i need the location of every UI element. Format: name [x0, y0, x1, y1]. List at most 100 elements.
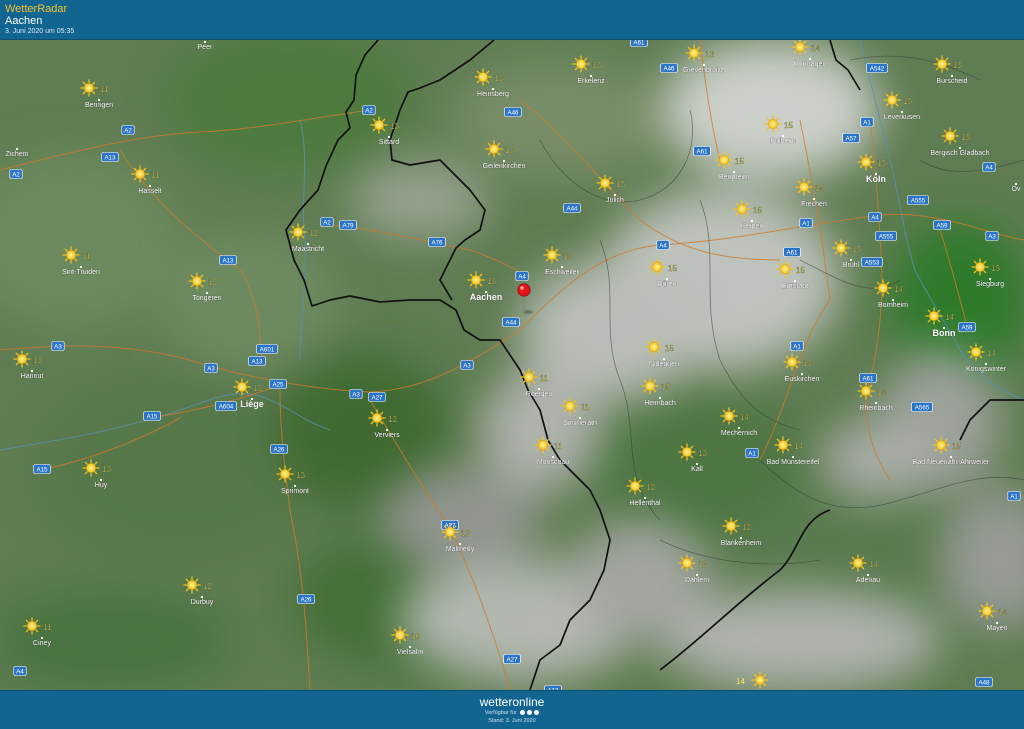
road-badge-label: A601 — [260, 346, 275, 353]
temperature-label: 15 — [796, 266, 805, 275]
sun-icon — [626, 477, 644, 495]
wetteronline-logo[interactable]: wetteronline — [0, 695, 1024, 709]
road-badge-label: A25 — [272, 381, 284, 388]
place-name: Dormagen — [794, 61, 827, 68]
road-badge-label: A59 — [961, 324, 973, 331]
place-name: Ciney — [33, 640, 51, 647]
sun-icon — [971, 258, 989, 276]
road-badge: A2 — [362, 105, 376, 115]
sun-icon — [82, 459, 100, 477]
road-badge-label: A553 — [865, 259, 880, 266]
place-dot — [387, 135, 391, 139]
road-badge-label: A565 — [915, 404, 930, 411]
place-dot — [739, 536, 743, 540]
road-badge: A3 — [985, 231, 999, 241]
weather-map[interactable]: A61 A46 A542 A2 A13 A2 A2 A46 A1 A57 A61 A4 A555 A44 A… — [0, 40, 1024, 690]
logo-part-a: wetter — [479, 695, 513, 709]
sun-icon — [520, 368, 538, 386]
road-badge: A4 — [982, 162, 996, 172]
road-badge-label: A4 — [659, 242, 667, 249]
place-name: Euskirchen — [785, 376, 820, 383]
temperature-label: 15 — [815, 184, 824, 193]
road-badge-label: A604 — [219, 403, 234, 410]
road-badge-label: A4 — [871, 214, 879, 221]
place-dot — [750, 219, 754, 223]
sun-icon — [722, 517, 740, 535]
place-name: Durbuy — [191, 599, 214, 606]
road-badge: A4 — [656, 240, 670, 250]
road-badge: A4 — [515, 271, 529, 281]
road-badge: A3 — [51, 341, 65, 351]
temperature-label: 13 — [487, 277, 496, 286]
sun-icon — [485, 140, 503, 158]
road-badge-label: A61 — [696, 148, 708, 155]
temperature-label: 12 — [309, 229, 318, 238]
place-name: Heinsberg — [477, 91, 509, 98]
place-dot — [30, 369, 34, 373]
road-badge: A61 — [859, 373, 877, 383]
road-badge: A1 — [790, 341, 804, 351]
temperature-label: 13 — [33, 356, 42, 365]
place-name: Kerpen — [741, 223, 764, 230]
temperature-label: 13 — [505, 146, 514, 155]
place-dot — [200, 595, 204, 599]
temperature-label: 11 — [43, 623, 52, 632]
road-badge-label: A542 — [870, 65, 885, 72]
road-badge: A13 — [219, 255, 237, 265]
place-name: Sint-Truiden — [62, 269, 100, 276]
temperature-label: 14 — [894, 285, 903, 294]
road-badge: A4 — [13, 666, 27, 676]
place-name: Maastricht — [292, 246, 324, 253]
sun-icon — [933, 55, 951, 73]
sun-icon — [857, 382, 875, 400]
place-dot — [40, 636, 44, 640]
place-name: Ov — [1012, 186, 1021, 193]
temperature-label: 15 — [903, 97, 912, 106]
place-dot — [793, 279, 797, 283]
sun-icon — [233, 378, 251, 396]
place-name: Nideggen — [649, 361, 679, 368]
sun-icon — [572, 55, 590, 73]
road-badge: A2 — [320, 217, 334, 227]
sun-icon — [978, 602, 996, 620]
place-name: Verviers — [374, 432, 400, 439]
availability-note: Verfügbar für — [0, 710, 1024, 716]
temperature-label: 15 — [852, 245, 861, 254]
temperature-label: 15 — [953, 61, 962, 70]
road-badge-label: A1 — [802, 220, 810, 227]
road-badge: A3 — [204, 363, 218, 373]
road-badge: A79 — [339, 220, 357, 230]
place-name: Erftstadt — [782, 283, 808, 290]
sun-icon — [925, 307, 943, 325]
temperature-label: 15 — [616, 180, 625, 189]
place-dot — [97, 98, 101, 102]
place-name: Grevenbroich — [683, 67, 725, 74]
road-badge: A44 — [502, 317, 520, 327]
place-name: Malmedy — [446, 546, 475, 553]
road-badge: A2 — [9, 169, 23, 179]
road-badge: A555 — [907, 195, 929, 205]
sun-icon — [561, 397, 579, 415]
road-badge-label: A2 — [323, 219, 331, 226]
road-badge: A1 — [860, 117, 874, 127]
road-badge-label: A2 — [365, 107, 373, 114]
place-name: Adenau — [856, 577, 880, 584]
road-badge-label: A27 — [371, 394, 383, 401]
road-badge: A3 — [460, 360, 474, 370]
place-dot — [205, 291, 209, 295]
road-badge-label: A15 — [36, 466, 48, 473]
sun-icon — [733, 200, 751, 218]
road-badge: A2 — [121, 125, 135, 135]
road-badge-label: A59 — [936, 222, 948, 229]
sun-icon — [80, 79, 98, 97]
place-name: Hellenthal — [629, 500, 661, 507]
road-badge: A61 — [693, 146, 711, 156]
map-canvas[interactable]: A61 A46 A542 A2 A13 A2 A2 A46 A1 A57 A61 A4 A555 A44 A… — [0, 40, 1024, 690]
road-badge: A565 — [911, 402, 933, 412]
road-badge-label: A57 — [845, 135, 857, 142]
temperature-label: 15 — [952, 442, 961, 451]
temperature-label: 12 — [461, 529, 470, 538]
road-badge-label: A1 — [748, 450, 756, 457]
sun-icon — [685, 44, 703, 62]
place-dot — [995, 621, 999, 625]
